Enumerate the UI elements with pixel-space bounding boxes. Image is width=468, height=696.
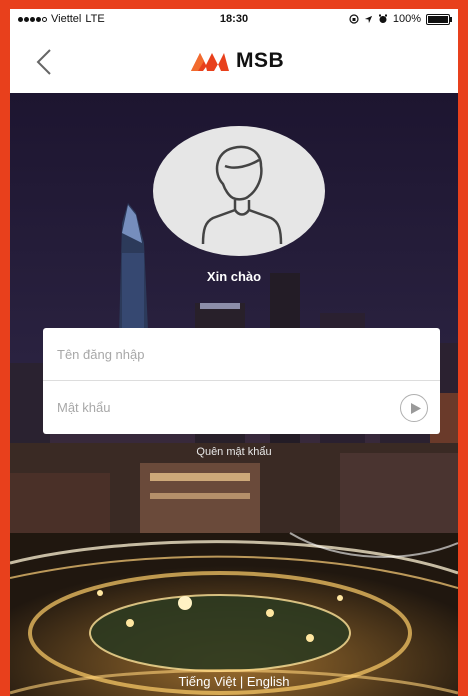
login-form — [43, 328, 440, 434]
password-input[interactable] — [43, 381, 440, 433]
username-input[interactable] — [43, 328, 440, 380]
logo-text: MSB — [236, 49, 285, 72]
alarm-icon — [378, 14, 387, 23]
language-english[interactable]: English — [247, 674, 290, 689]
location-icon — [364, 15, 372, 23]
nav-bar: MSB — [10, 31, 458, 94]
msb-logo-mark-icon — [191, 53, 229, 71]
battery-icon — [426, 13, 452, 25]
login-submit-button[interactable] — [400, 394, 428, 422]
battery-percent: 100% — [392, 13, 421, 25]
status-bar: Viettel LTE 18:30 100% — [10, 9, 458, 31]
status-icons: 100% — [349, 13, 452, 25]
play-arrow-icon — [411, 403, 421, 414]
phone-screen: Viettel LTE 18:30 100% MSB Xin chào Tên … — [10, 9, 458, 696]
back-button[interactable] — [32, 47, 58, 77]
language-vietnamese[interactable]: Tiếng Việt — [178, 674, 236, 689]
msb-logo: MSB — [190, 49, 284, 73]
chevron-left-icon — [36, 49, 51, 75]
greeting-text: Xin chào — [206, 269, 262, 284]
forgot-password-link[interactable]: Quên mật khẩu — [10, 446, 458, 458]
lock-rotation-icon — [349, 14, 359, 24]
user-silhouette-icon — [201, 145, 283, 245]
avatar — [153, 126, 325, 256]
language-switcher: Tiếng Việt | English — [10, 674, 458, 689]
language-separator: | — [236, 674, 247, 689]
